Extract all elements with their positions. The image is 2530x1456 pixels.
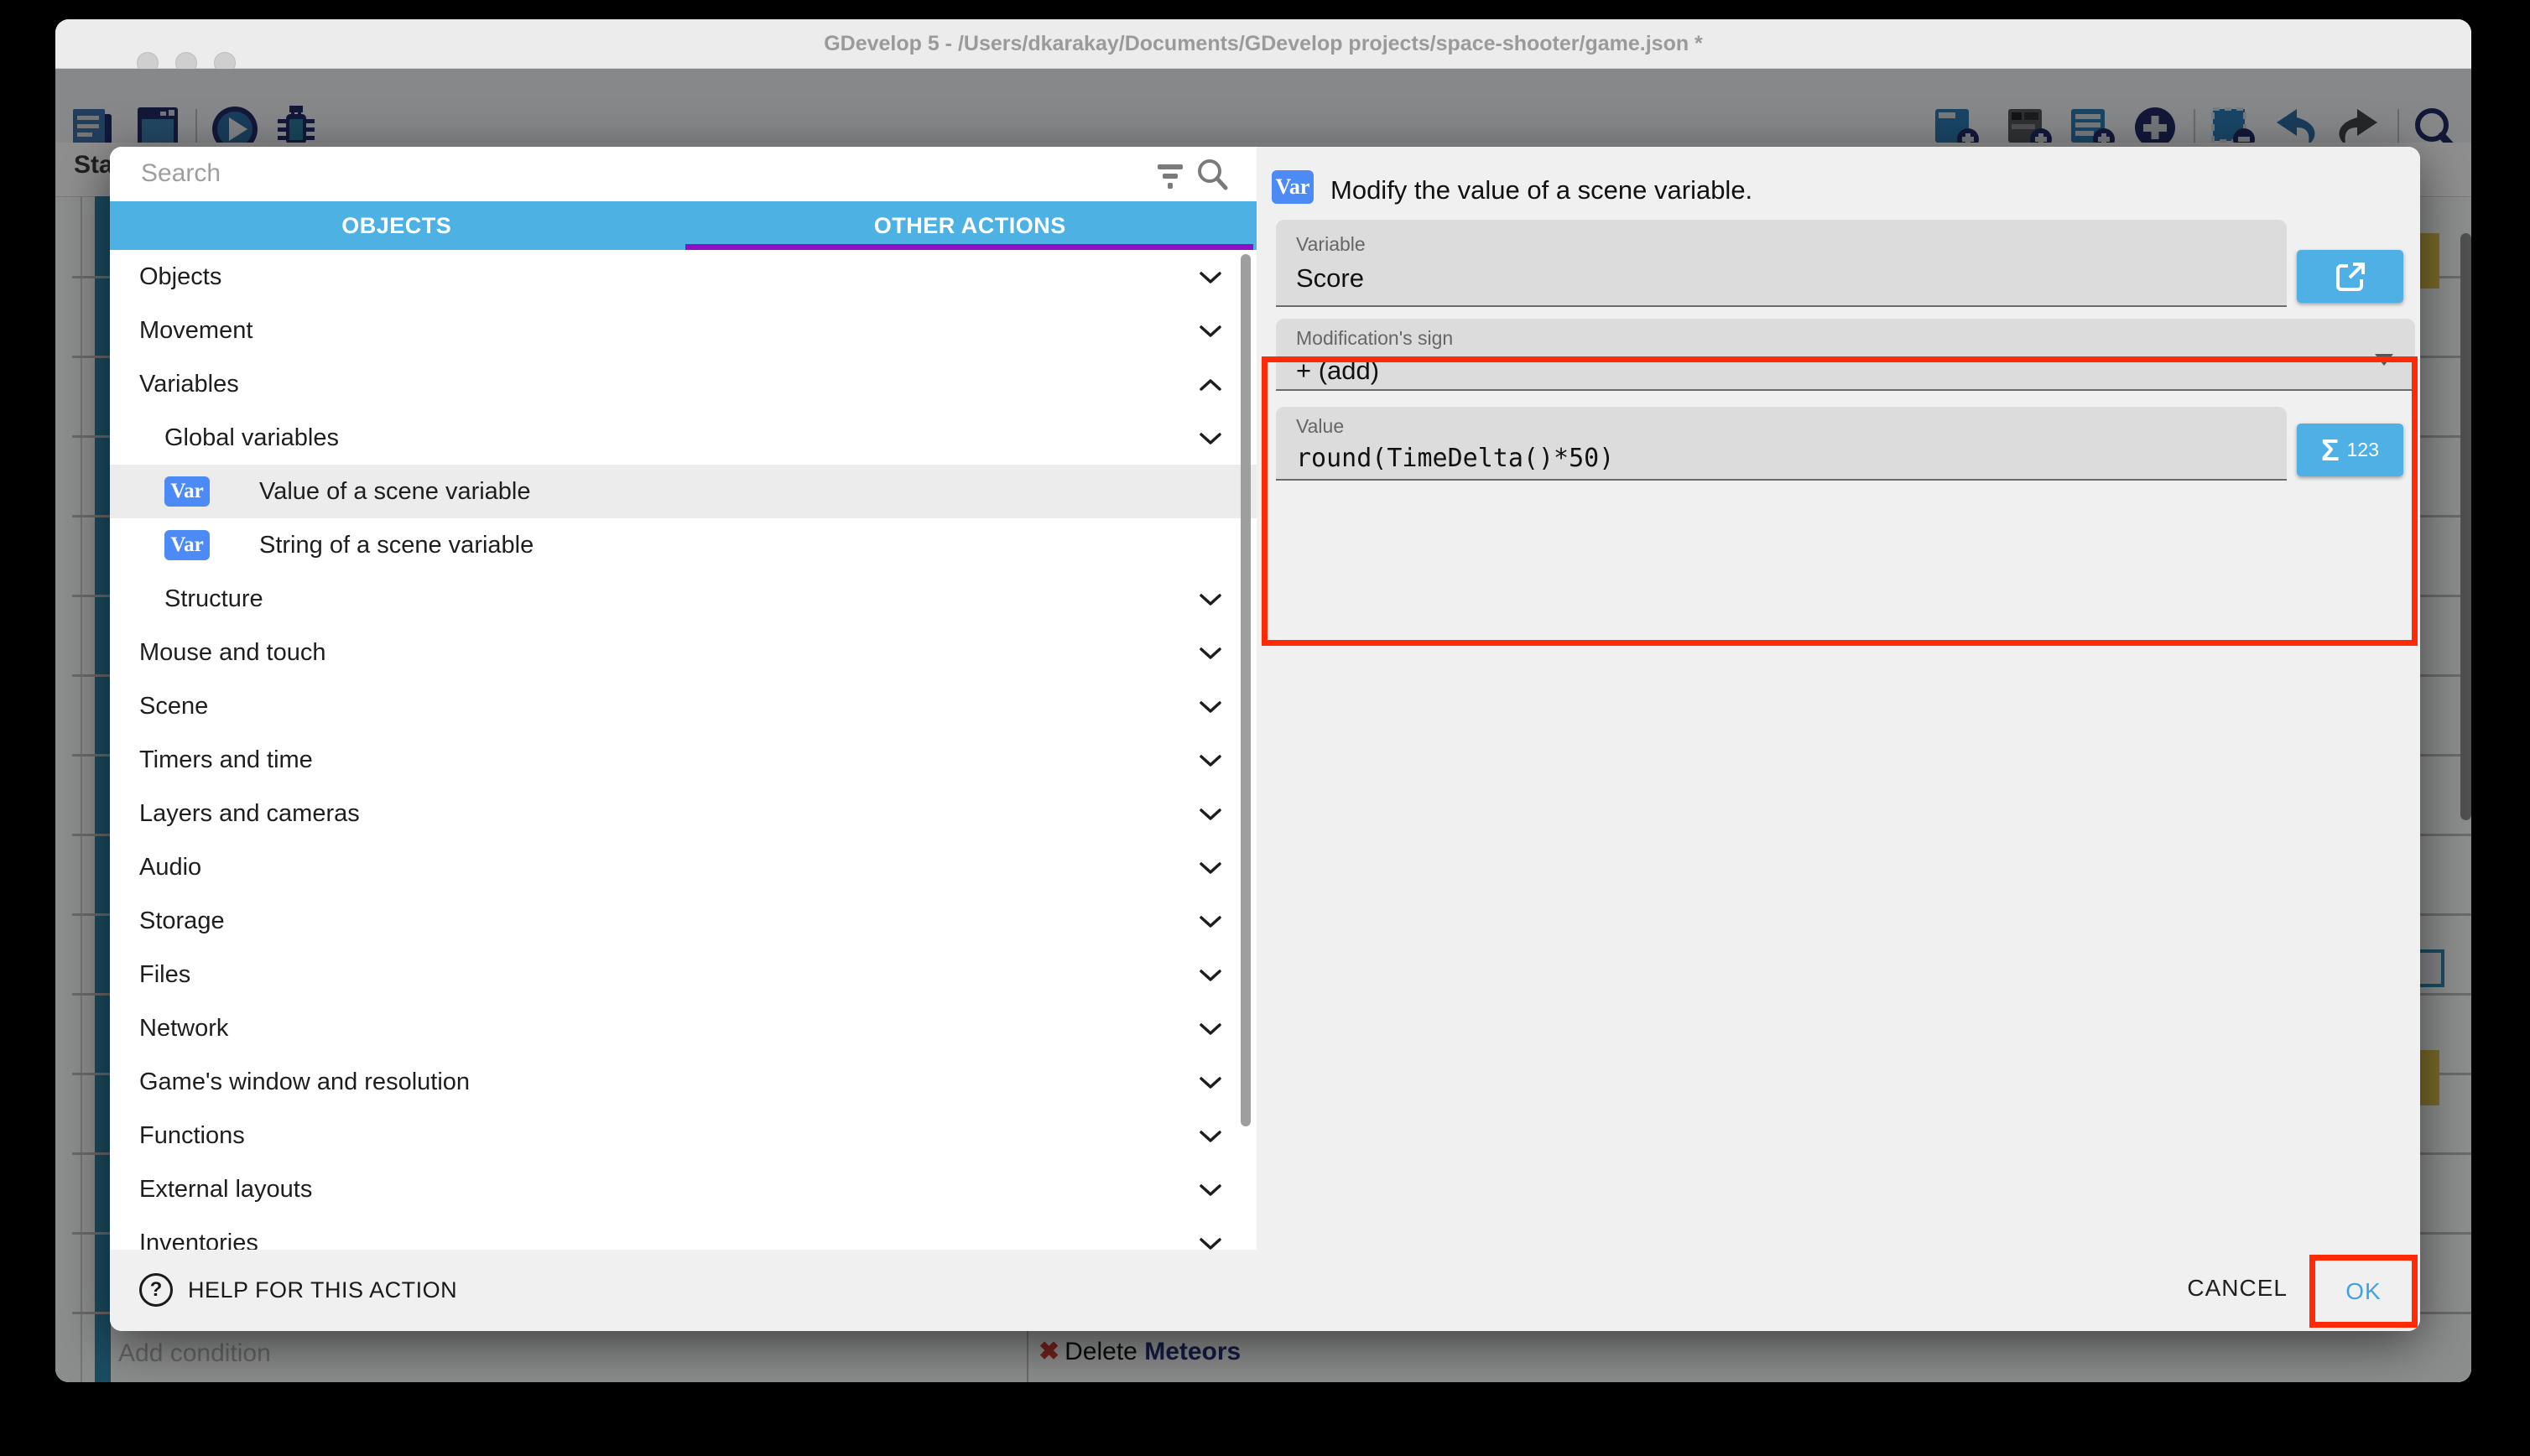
list-item-label: Network	[139, 1015, 228, 1043]
field-value: round(TimeDelta()*50)	[1296, 444, 1614, 473]
list-item-label: Timers and time	[139, 746, 313, 774]
sigma-icon: Σ	[2321, 433, 2340, 468]
chevron-up-icon	[1198, 377, 1223, 393]
chevron-down-icon	[1198, 431, 1223, 446]
chevron-down-icon	[1198, 699, 1223, 715]
chevron-down-icon	[1198, 861, 1223, 876]
chevron-down-icon	[1198, 270, 1223, 285]
var-icon: Var	[164, 476, 210, 507]
list-item-label: Movement	[139, 317, 252, 345]
list-item[interactable]: Structure	[110, 572, 1257, 626]
list-item-label: Value of a scene variable	[259, 478, 531, 506]
list-item-label: Files	[139, 961, 190, 989]
list-item[interactable]: Var String of a scene variable	[110, 518, 1257, 572]
chevron-down-icon	[1198, 592, 1223, 607]
active-tab-indicator	[685, 244, 1254, 250]
list-item-label: Global variables	[164, 424, 339, 452]
chevron-down-icon	[1198, 1022, 1223, 1037]
list-item[interactable]: Mouse and touch	[110, 626, 1257, 679]
open-variable-editor-button[interactable]	[2297, 250, 2403, 303]
chevron-down-icon	[1198, 1075, 1223, 1090]
dialog-footer: ? HELP FOR THIS ACTION CANCEL	[110, 1250, 2420, 1331]
chevron-down-icon	[1198, 646, 1223, 661]
tab-other-actions[interactable]: OTHER ACTIONS	[684, 201, 1257, 250]
expression-builder-button[interactable]: Σ 123	[2297, 424, 2403, 476]
list-item[interactable]: Files	[110, 948, 1257, 1001]
help-label: HELP FOR THIS ACTION	[188, 1277, 457, 1303]
list-item[interactable]: Audio	[110, 840, 1257, 894]
title-bar: GDevelop 5 - /Users/dkarakay/Documents/G…	[55, 19, 2471, 69]
field-value: + (add)	[1296, 356, 1379, 386]
list-item[interactable]: Timers and time	[110, 733, 1257, 787]
list-item[interactable]: Variables	[110, 357, 1257, 411]
variable-field[interactable]: Variable Score	[1276, 220, 2287, 307]
tab-label: OTHER ACTIONS	[874, 213, 1066, 239]
field-value: Score	[1296, 263, 1364, 294]
open-in-new-icon	[2332, 258, 2369, 295]
chevron-down-icon	[1198, 753, 1223, 768]
chevron-down-icon	[1198, 1129, 1223, 1144]
list-item[interactable]: External layouts	[110, 1162, 1257, 1216]
list-item-label: Inventories	[139, 1230, 258, 1251]
chevron-down-icon	[1198, 324, 1223, 339]
action-category-list: Objects Movement Variables Global variab…	[110, 250, 1257, 1250]
help-button[interactable]: ? HELP FOR THIS ACTION	[139, 1273, 457, 1307]
list-item[interactable]: Inventories	[110, 1216, 1257, 1250]
chevron-down-icon	[1198, 914, 1223, 929]
variable-icon: Var	[1272, 170, 1314, 204]
field-label: Modification's sign	[1296, 327, 1453, 350]
list-item[interactable]: Objects	[110, 250, 1257, 304]
search-input[interactable]	[139, 159, 1107, 189]
list-item-label: Scene	[139, 693, 208, 720]
list-item-label: Variables	[139, 371, 239, 398]
list-item-label: String of a scene variable	[259, 532, 534, 559]
dropdown-caret-icon	[2375, 354, 2393, 366]
list-item-label: Structure	[164, 585, 263, 613]
chevron-down-icon	[1198, 1183, 1223, 1198]
list-scrollbar-thumb[interactable]	[1241, 254, 1251, 1126]
list-item-label: Mouse and touch	[139, 639, 325, 667]
list-item-label: Functions	[139, 1122, 245, 1150]
cancel-button[interactable]: CANCEL	[2187, 1275, 2288, 1302]
list-item[interactable]: Scene	[110, 679, 1257, 733]
sigma-button-label: 123	[2347, 439, 2379, 461]
help-icon: ?	[139, 1273, 173, 1307]
var-icon: Var	[164, 530, 210, 560]
list-item[interactable]: Global variables	[110, 411, 1257, 465]
tab-label: OBJECTS	[341, 213, 451, 239]
field-label: Variable	[1296, 233, 1366, 256]
chevron-down-icon	[1198, 807, 1223, 822]
window-title: GDevelop 5 - /Users/dkarakay/Documents/G…	[824, 32, 1703, 56]
list-item-label: Audio	[139, 854, 201, 881]
search-icon[interactable]	[1195, 157, 1230, 192]
list-item-label: External layouts	[139, 1176, 312, 1204]
field-label: Value	[1296, 415, 1344, 438]
list-item-label: Game's window and resolution	[139, 1069, 470, 1096]
chevron-down-icon	[1198, 1236, 1223, 1250]
list-item[interactable]: Storage	[110, 894, 1257, 948]
action-title: Modify the value of a scene variable.	[1330, 175, 1752, 205]
search-row	[110, 147, 1257, 201]
action-chooser-panel: OBJECTS OTHER ACTIONS Objects Movement V…	[110, 147, 1257, 1250]
list-item[interactable]: Game's window and resolution	[110, 1055, 1257, 1109]
list-item[interactable]: Functions	[110, 1109, 1257, 1162]
action-editor-dialog: OBJECTS OTHER ACTIONS Objects Movement V…	[110, 147, 2420, 1331]
modification-sign-select[interactable]: Modification's sign + (add)	[1276, 319, 2415, 391]
filter-icon[interactable]	[1154, 160, 1186, 190]
list-item[interactable]: Var Value of a scene variable	[110, 465, 1257, 518]
list-item-label: Storage	[139, 907, 225, 935]
value-expression-field[interactable]: Value round(TimeDelta()*50)	[1276, 407, 2287, 481]
list-item[interactable]: Network	[110, 1001, 1257, 1055]
tab-objects[interactable]: OBJECTS	[110, 201, 684, 250]
tab-bar: OBJECTS OTHER ACTIONS	[110, 201, 1257, 250]
list-item-label: Objects	[139, 263, 221, 291]
list-item-label: Layers and cameras	[139, 800, 360, 828]
list-item[interactable]: Movement	[110, 304, 1257, 357]
action-config-panel: Var Modify the value of a scene variable…	[1257, 147, 2420, 1250]
chevron-down-icon	[1198, 968, 1223, 983]
list-item[interactable]: Layers and cameras	[110, 787, 1257, 840]
